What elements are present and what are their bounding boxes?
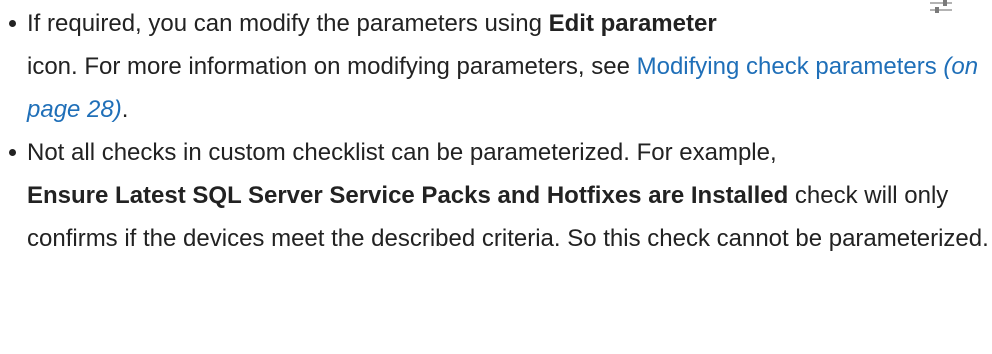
bullet-text: Not all checks in custom checklist can b… [27, 139, 777, 166]
sentence-end: . [121, 96, 129, 123]
check-name: Ensure Latest SQL Server Service Packs a… [27, 182, 789, 209]
list-item: Not all checks in custom checklist can b… [0, 131, 992, 260]
list-item: If required, you can modify the paramete… [0, 2, 992, 131]
bullet-icon [9, 149, 16, 156]
bullet-list: If required, you can modify the paramete… [0, 2, 992, 260]
bullet-icon [9, 20, 16, 27]
ui-element-name: Edit parameter [548, 10, 717, 37]
document-page: If required, you can modify the paramete… [0, 0, 992, 354]
link-label: Modifying check parameters [636, 53, 937, 80]
bullet-text: icon. For more information on modifying … [27, 53, 637, 80]
bullet-text: If required, you can modify the paramete… [27, 10, 549, 37]
